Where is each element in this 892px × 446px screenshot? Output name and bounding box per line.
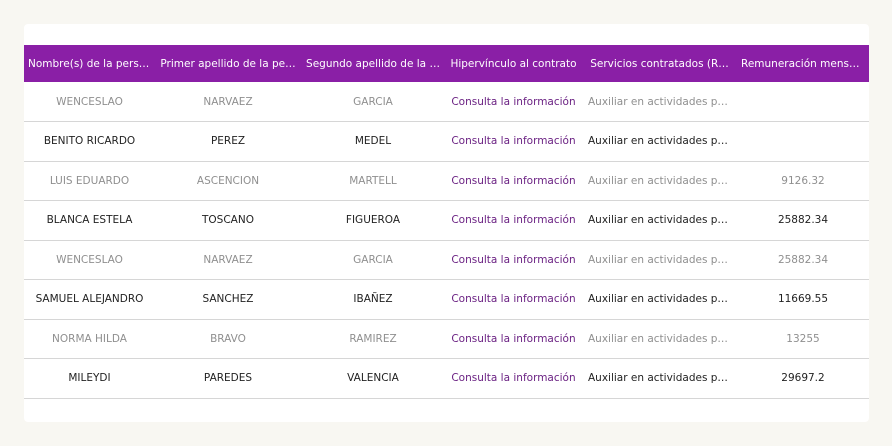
contract-link[interactable]: Consulta la información xyxy=(445,359,582,399)
cell-remuneracion xyxy=(737,82,869,122)
cell-nombre: BENITO RICARDO xyxy=(43,135,136,148)
contract-link[interactable]: Consulta la información xyxy=(445,240,582,280)
contract-link[interactable]: Consulta la información xyxy=(445,122,582,162)
cell-segundo-apellido: VALENCIA xyxy=(347,372,399,385)
cell-servicios: Auxiliar en actividades polít… xyxy=(588,293,737,306)
cell-segundo-apellido: GARCIA xyxy=(353,95,393,108)
cell-servicios: Auxiliar en actividades polít… xyxy=(588,95,737,108)
cell-primer-apellido: PEREZ xyxy=(210,135,246,148)
cell-nombre: WENCESLAO xyxy=(56,95,123,108)
cell-remuneracion: 9126.32 xyxy=(781,174,825,187)
table-row: WENCESLAO NARVAEZ GARCIA Consulta la inf… xyxy=(24,82,869,122)
cell-servicios: Auxiliar en actividades polít… xyxy=(588,135,737,148)
cell-segundo-apellido: MEDEL xyxy=(354,135,392,148)
cell-servicios: Auxiliar en actividades polít… xyxy=(588,332,737,345)
cell-segundo-apellido: MARTELL xyxy=(349,174,397,187)
cell-servicios: Auxiliar en actividades polít… xyxy=(588,214,737,227)
cell-nombre: BLANCA ESTELA xyxy=(46,214,133,227)
column-header-primer-apellido[interactable]: Primer apellido de la pe… xyxy=(155,45,301,82)
cell-nombre: WENCESLAO xyxy=(56,253,123,266)
table-row: BENITO RICARDO PEREZ MEDEL Consulta la i… xyxy=(24,122,869,162)
contract-link[interactable]: Consulta la información xyxy=(445,161,582,201)
cell-remuneracion: 25882.34 xyxy=(777,253,829,266)
cell-nombre: LUIS EDUARDO xyxy=(49,174,130,187)
column-header-segundo-apellido[interactable]: Segundo apellido de la … xyxy=(301,45,445,82)
cell-primer-apellido: NARVAEZ xyxy=(203,253,253,266)
cell-primer-apellido: NARVAEZ xyxy=(203,95,253,108)
contract-link[interactable]: Consulta la información xyxy=(445,280,582,320)
column-header-hipervinculo[interactable]: Hipervínculo al contrato xyxy=(445,45,582,82)
table-row: BLANCA ESTELA TOSCANO FIGUEROA Consulta … xyxy=(24,201,869,241)
cell-remuneracion: 25882.34 xyxy=(777,214,829,227)
contract-link[interactable]: Consulta la información xyxy=(445,201,582,241)
cell-primer-apellido: PAREDES xyxy=(203,372,253,385)
table-row: NORMA HILDA BRAVO RAMIREZ Consulta la in… xyxy=(24,319,869,359)
cell-segundo-apellido: GARCIA xyxy=(353,253,393,266)
contracts-table: Nombre(s) de la person… Primer apellido … xyxy=(24,45,869,399)
cell-primer-apellido: BRAVO xyxy=(210,332,246,345)
cell-nombre: NORMA HILDA xyxy=(52,332,127,345)
table-container: Nombre(s) de la person… Primer apellido … xyxy=(24,45,869,399)
cell-servicios: Auxiliar en actividades polít… xyxy=(588,174,737,187)
cell-servicios: Auxiliar en actividades polít… xyxy=(588,253,737,266)
column-header-servicios[interactable]: Servicios contratados (R… xyxy=(582,45,737,82)
cell-servicios: Auxiliar en actividades polít… xyxy=(588,372,737,385)
contract-link[interactable]: Consulta la información xyxy=(445,319,582,359)
contract-link[interactable]: Consulta la información xyxy=(445,82,582,122)
table-row: LUIS EDUARDO ASCENCION MARTELL Consulta … xyxy=(24,161,869,201)
table-row: MILEYDI PAREDES VALENCIA Consulta la inf… xyxy=(24,359,869,399)
cell-primer-apellido: TOSCANO xyxy=(202,214,254,227)
table-row: WENCESLAO NARVAEZ GARCIA Consulta la inf… xyxy=(24,240,869,280)
column-header-nombre[interactable]: Nombre(s) de la person… xyxy=(24,45,155,82)
data-card: Nombre(s) de la person… Primer apellido … xyxy=(24,24,869,422)
cell-remuneracion: 13255 xyxy=(786,332,820,345)
table-row: SAMUEL ALEJANDRO SANCHEZ IBAÑEZ Consulta… xyxy=(24,280,869,320)
cell-segundo-apellido: RAMIREZ xyxy=(349,332,397,345)
cell-segundo-apellido: FIGUEROA xyxy=(345,214,401,227)
column-header-remuneracion[interactable]: Remuneración mensual… xyxy=(737,45,869,82)
cell-nombre: MILEYDI xyxy=(68,372,111,385)
cell-primer-apellido: SANCHEZ xyxy=(202,293,254,306)
table-header-row: Nombre(s) de la person… Primer apellido … xyxy=(24,45,869,82)
cell-nombre: SAMUEL ALEJANDRO xyxy=(35,293,144,306)
cell-segundo-apellido: IBAÑEZ xyxy=(353,293,393,306)
cell-remuneracion: 11669.55 xyxy=(777,293,829,306)
cell-remuneracion: 29697.2 xyxy=(781,372,825,385)
cell-primer-apellido: ASCENCION xyxy=(196,174,260,187)
cell-remuneracion xyxy=(737,122,869,162)
